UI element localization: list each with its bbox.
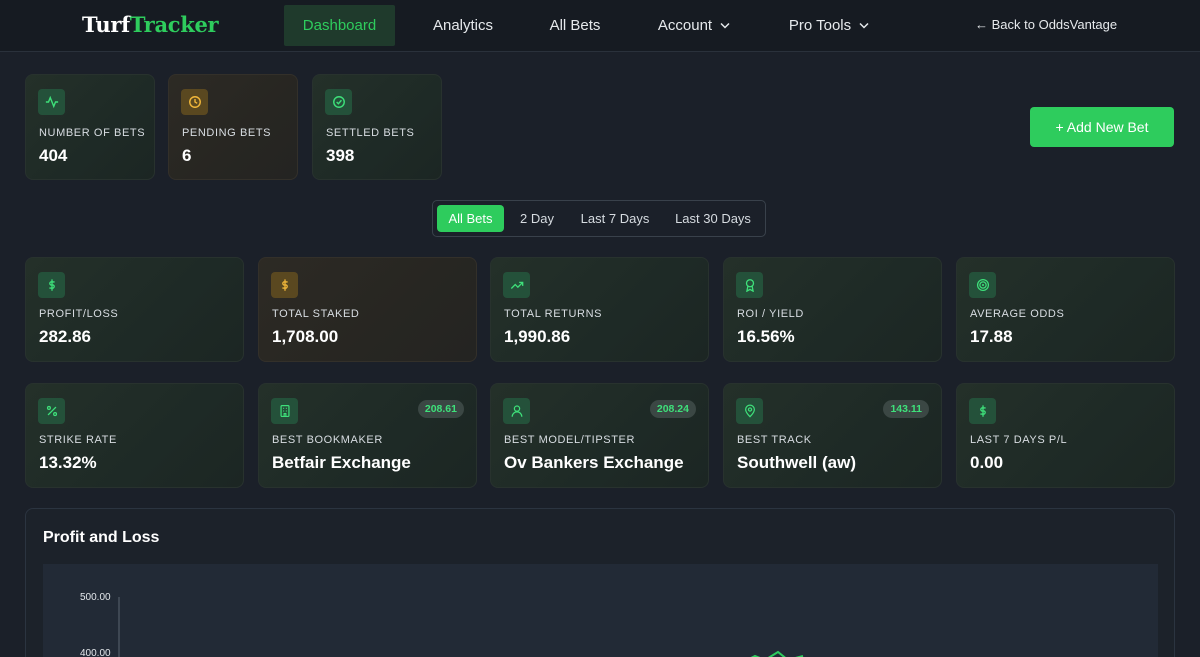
- nav-account[interactable]: Account: [648, 5, 740, 46]
- stat-card-best-bookmaker: 208.61 BEST BOOKMAKER Betfair Exchange: [258, 383, 477, 488]
- stat-card-number-of-bets: NUMBER OF BETS 404: [25, 74, 155, 180]
- user-icon: [503, 398, 530, 424]
- top-nav: TurfTracker Dashboard Analytics All Bets…: [0, 0, 1200, 52]
- nav-pro-tools-label: Pro Tools: [788, 17, 852, 34]
- chart-plot-area: 500.00 400.00: [43, 564, 1158, 657]
- dollar-icon: [969, 398, 996, 424]
- profit-badge: 208.61: [417, 400, 464, 418]
- nav-account-label: Account: [657, 17, 713, 34]
- stat-card-strike-rate: STRIKE RATE 13.32%: [25, 383, 244, 488]
- stat-card-settled-bets: SETTLED BETS 398: [312, 74, 442, 180]
- filter-2-day[interactable]: 2 Day: [509, 205, 565, 232]
- stat-value: Southwell (aw): [737, 453, 856, 472]
- stat-label: PROFIT/LOSS: [39, 308, 119, 320]
- stat-label: BEST BOOKMAKER: [272, 434, 383, 446]
- map-pin-icon: [736, 398, 763, 424]
- stat-label: ROI / YIELD: [737, 308, 804, 320]
- stat-value: Ov Bankers Exchange: [504, 453, 684, 472]
- profit-loss-chart-panel: Profit and Loss 500.00 400.00: [25, 508, 1175, 657]
- stat-value: 6: [182, 146, 192, 165]
- stat-value: Betfair Exchange: [272, 453, 411, 472]
- filter-all-bets[interactable]: All Bets: [437, 205, 504, 232]
- stat-card-best-track: 143.11 BEST TRACK Southwell (aw): [723, 383, 942, 488]
- stat-value: 17.88: [970, 327, 1013, 346]
- percent-icon: [38, 398, 65, 424]
- clock-icon: [181, 89, 208, 115]
- stat-label: TOTAL RETURNS: [504, 308, 603, 320]
- stat-label: BEST TRACK: [737, 434, 812, 446]
- check-circle-icon: [325, 89, 352, 115]
- stat-card-pending-bets: PENDING BETS 6: [168, 74, 298, 180]
- award-icon: [736, 272, 763, 298]
- stat-card-last-7-days-pl: LAST 7 DAYS P/L 0.00: [956, 383, 1175, 488]
- chevron-down-icon: [859, 6, 869, 47]
- nav-dashboard[interactable]: Dashboard: [284, 5, 395, 46]
- stat-label: NUMBER OF BETS: [39, 127, 146, 139]
- back-to-oddsvantage-link[interactable]: ← Back to OddsVantage: [975, 17, 1117, 32]
- stat-value: 16.56%: [737, 327, 795, 346]
- stat-card-roi-yield: ROI / YIELD 16.56%: [723, 257, 942, 362]
- filter-last-7-days[interactable]: Last 7 Days: [573, 205, 657, 232]
- dollar-icon: [38, 272, 65, 298]
- activity-icon: [38, 89, 65, 115]
- stat-card-best-model-tipster: 208.24 BEST MODEL/TIPSTER Ov Bankers Exc…: [490, 383, 709, 488]
- stat-value: 0.00: [970, 453, 1004, 472]
- nav-pro-tools[interactable]: Pro Tools: [780, 5, 878, 46]
- stat-label: LAST 7 DAYS P/L: [970, 434, 1068, 446]
- trending-up-icon: [503, 272, 530, 298]
- stat-label: BEST MODEL/TIPSTER: [504, 434, 636, 446]
- logo-text-turf: Turf: [82, 12, 130, 37]
- profit-badge: 143.11: [883, 400, 929, 418]
- profit-line-series: [750, 650, 804, 657]
- stat-value: 1,708.00: [272, 327, 339, 346]
- stat-value: 404: [39, 146, 68, 165]
- period-filter-group: All Bets 2 Day Last 7 Days Last 30 Days: [432, 200, 766, 237]
- stat-label: SETTLED BETS: [326, 127, 415, 139]
- stat-value: 282.86: [39, 327, 91, 346]
- stat-label: AVERAGE ODDS: [970, 308, 1065, 320]
- building-icon: [271, 398, 298, 424]
- stat-card-average-odds: AVERAGE ODDS 17.88: [956, 257, 1175, 362]
- stat-card-total-returns: TOTAL RETURNS 1,990.86: [490, 257, 709, 362]
- stat-label: PENDING BETS: [182, 127, 272, 139]
- stat-value: 13.32%: [39, 453, 97, 472]
- nav-all-bets[interactable]: All Bets: [536, 5, 614, 46]
- profit-badge: 208.24: [649, 400, 696, 418]
- stat-card-total-staked: TOTAL STAKED 1,708.00: [258, 257, 477, 362]
- logo[interactable]: TurfTracker: [82, 12, 219, 37]
- chevron-down-icon: [720, 6, 730, 47]
- add-new-bet-button[interactable]: + Add New Bet: [1030, 107, 1174, 147]
- stat-card-profit-loss: PROFIT/LOSS 282.86: [25, 257, 244, 362]
- filter-last-30-days[interactable]: Last 30 Days: [667, 205, 759, 232]
- chart-title: Profit and Loss: [43, 529, 160, 546]
- stat-label: STRIKE RATE: [39, 434, 117, 446]
- stat-value: 1,990.86: [504, 327, 571, 346]
- logo-text-tracker: Tracker: [129, 12, 219, 37]
- nav-analytics[interactable]: Analytics: [418, 5, 508, 46]
- dollar-icon: [271, 272, 298, 298]
- chart-canvas: [118, 597, 804, 657]
- stat-label: TOTAL STAKED: [272, 308, 360, 320]
- stat-value: 398: [326, 146, 355, 165]
- target-icon: [969, 272, 996, 298]
